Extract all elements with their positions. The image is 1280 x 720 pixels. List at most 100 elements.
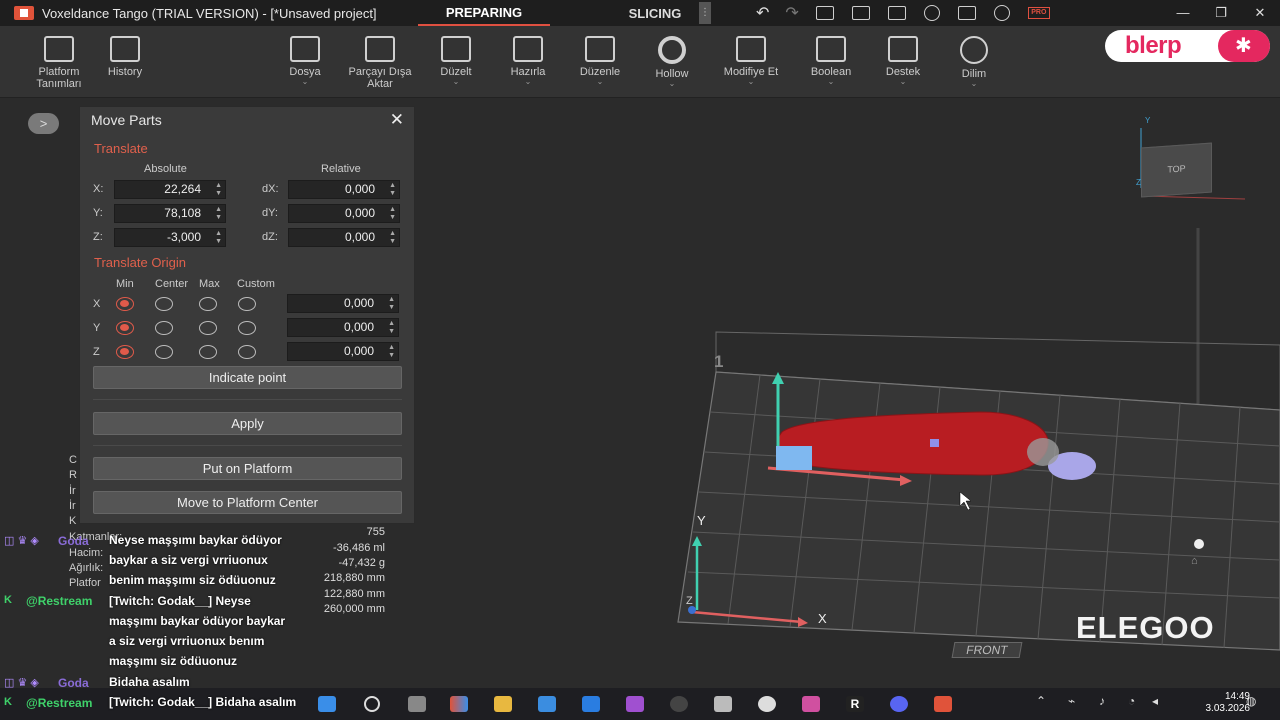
mail-icon[interactable]: [582, 696, 600, 712]
redo-icon[interactable]: ↷: [785, 3, 798, 23]
feedback-icon[interactable]: [957, 6, 976, 20]
close-icon[interactable]: ✕: [390, 110, 404, 130]
search-icon[interactable]: [364, 696, 380, 712]
spinner-icon[interactable]: ▲ ▼: [389, 182, 396, 198]
twitch-app-icon[interactable]: [626, 696, 644, 712]
folder-icon: [290, 36, 320, 62]
store-icon[interactable]: [538, 696, 556, 712]
tab-slicing[interactable]: SLICING: [610, 0, 700, 26]
tool-prepare[interactable]: Hazırla ⌄: [488, 36, 568, 86]
windows-start-icon[interactable]: [318, 696, 336, 712]
origin-row-z-label: Z: [93, 346, 100, 358]
chevron-down-icon: ⌄: [668, 79, 676, 88]
pro-badge-icon[interactable]: PRO: [1027, 7, 1050, 19]
app-icon[interactable]: [802, 696, 820, 712]
r-app-icon[interactable]: R: [846, 696, 864, 712]
relative-dy-input[interactable]: 0,000 ▲ ▼: [288, 204, 400, 223]
tool-export-part[interactable]: Parçayı Dışa Aktar: [340, 36, 420, 90]
slicing-drag-handle-icon[interactable]: ⋮: [699, 2, 711, 24]
microphone-icon[interactable]: ♪: [1099, 694, 1105, 708]
relative-dx-input[interactable]: 0,000 ▲ ▼: [288, 180, 400, 199]
tray-chevron-up-icon[interactable]: ⌃: [1036, 694, 1046, 708]
origin-x-min-radio[interactable]: [116, 297, 134, 311]
task-view-icon[interactable]: [408, 696, 426, 712]
relative-dz-input[interactable]: 0,000 ▲ ▼: [288, 228, 400, 247]
origin-x-custom-input[interactable]: 0,000 ▲ ▼: [287, 294, 399, 313]
absolute-x-input[interactable]: 22,264 ▲ ▼: [114, 180, 226, 199]
slider-knob: [1194, 539, 1204, 549]
absolute-z-input[interactable]: -3,000 ▲ ▼: [114, 228, 226, 247]
origin-row-y-label: Y: [93, 322, 101, 334]
tray-network-icon[interactable]: ⌁: [1068, 694, 1075, 708]
open-folder-icon[interactable]: [851, 6, 870, 20]
minimize-button[interactable]: —: [1165, 0, 1201, 26]
move-to-platform-center-button[interactable]: Move to Platform Center: [93, 491, 402, 514]
origin-y-custom-radio[interactable]: [238, 321, 256, 335]
tool-modify[interactable]: Modifiye Et ⌄: [711, 36, 791, 86]
home-icon[interactable]: ⌂: [1191, 555, 1198, 567]
origin-z-center-radio[interactable]: [155, 345, 173, 359]
origin-y-custom-input[interactable]: 0,000 ▲ ▼: [287, 318, 399, 337]
dx-label: dX:: [262, 183, 279, 195]
obs-icon[interactable]: [670, 696, 688, 712]
spinner-icon[interactable]: ▲ ▼: [388, 344, 395, 360]
origin-z-custom-input[interactable]: 0,000 ▲ ▼: [287, 342, 399, 361]
chevron-down-icon: ⌄: [596, 77, 604, 86]
settings-app-icon[interactable]: [714, 696, 732, 712]
tool-repair[interactable]: Düzelt ⌄: [416, 36, 496, 86]
spinner-icon[interactable]: ▲ ▼: [388, 320, 395, 336]
spinner-icon[interactable]: ▲ ▼: [388, 296, 395, 312]
tool-boolean[interactable]: Boolean ⌄: [791, 36, 871, 86]
steam-icon[interactable]: [758, 696, 776, 712]
undo-icon[interactable]: ↶: [756, 3, 769, 23]
chat-user: @Restream: [26, 594, 93, 608]
info-value: -47,432 g: [338, 557, 385, 569]
tool-support[interactable]: Destek ⌄: [863, 36, 943, 86]
origin-y-min-radio[interactable]: [116, 321, 134, 335]
navigation-cube[interactable]: TOP: [1141, 142, 1212, 198]
indicate-point-button[interactable]: Indicate point: [93, 366, 402, 389]
origin-x-max-radio[interactable]: [199, 297, 217, 311]
tool-edit[interactable]: Düzenle ⌄: [560, 36, 640, 86]
tool-file[interactable]: Dosya ⌄: [265, 36, 345, 86]
maximize-button[interactable]: ❐: [1203, 0, 1239, 26]
wifi-icon[interactable]: ◔: [1128, 694, 1135, 708]
volume-icon[interactable]: ◂: [1152, 694, 1158, 708]
settings-gear-icon[interactable]: [923, 5, 940, 21]
apply-button[interactable]: Apply: [93, 412, 402, 435]
put-on-platform-button[interactable]: Put on Platform: [93, 457, 402, 480]
account-icon[interactable]: [993, 5, 1010, 21]
close-window-button[interactable]: ✕: [1242, 0, 1278, 26]
spinner-icon[interactable]: ▲ ▼: [389, 230, 396, 246]
expand-panel-button[interactable]: >: [28, 113, 59, 134]
tool-hollow[interactable]: Hollow ⌄: [632, 36, 712, 88]
file-explorer-icon[interactable]: [494, 696, 512, 712]
origin-x-custom-radio[interactable]: [238, 297, 256, 311]
origin-x-center-radio[interactable]: [155, 297, 173, 311]
origin-z-custom-radio[interactable]: [238, 345, 256, 359]
support-icon: [888, 36, 918, 62]
tool-slice[interactable]: Dilim ⌄: [934, 36, 1014, 88]
origin-z-min-radio[interactable]: [116, 345, 134, 359]
info-value: 122,880 mm: [323, 588, 385, 600]
spinner-icon[interactable]: ▲ ▼: [215, 182, 222, 198]
voxeldance-app-icon[interactable]: [934, 696, 952, 712]
absolute-y-input[interactable]: 78,108 ▲ ▼: [114, 204, 226, 223]
origin-y-custom-value: 0,000: [343, 320, 374, 334]
origin-z-max-radio[interactable]: [199, 345, 217, 359]
gizmo-center-handle: [930, 439, 939, 447]
z-label: Z:: [93, 231, 103, 243]
spinner-icon[interactable]: ▲ ▼: [389, 206, 396, 222]
discord-icon[interactable]: [890, 696, 908, 712]
spinner-icon[interactable]: ▲ ▼: [215, 230, 222, 246]
origin-y-center-radio[interactable]: [155, 321, 173, 335]
widgets-icon[interactable]: [450, 696, 468, 712]
new-project-icon[interactable]: [815, 6, 834, 20]
tool-history[interactable]: History: [85, 36, 165, 78]
spinner-icon[interactable]: ▲ ▼: [215, 206, 222, 222]
save-icon[interactable]: [887, 6, 906, 20]
tab-preparing[interactable]: PREPARING: [418, 0, 550, 26]
axis-x-label: X: [818, 611, 827, 626]
clock[interactable]: 14:49 3.03.2026: [1206, 691, 1251, 715]
origin-y-max-radio[interactable]: [199, 321, 217, 335]
